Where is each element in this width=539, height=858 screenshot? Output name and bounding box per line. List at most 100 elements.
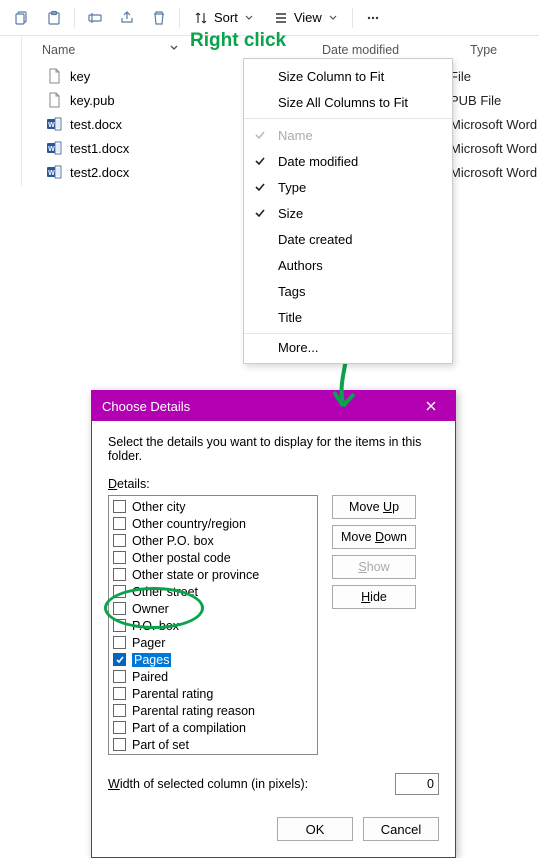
checkbox[interactable]: [113, 551, 126, 564]
details-item-label: Pager: [132, 636, 165, 650]
ok-button[interactable]: OK: [277, 817, 353, 841]
details-item-label: Parental rating: [132, 687, 213, 701]
checkbox[interactable]: [113, 670, 126, 683]
details-item-label: Other street: [132, 585, 198, 599]
details-item-label: Paired: [132, 670, 168, 684]
word-icon: W: [46, 116, 62, 132]
dialog-title: Choose Details: [102, 399, 415, 414]
details-item[interactable]: Other city: [109, 498, 317, 515]
ctx-more[interactable]: More...: [244, 333, 452, 359]
width-input[interactable]: [395, 773, 439, 795]
details-item[interactable]: Other postal code: [109, 549, 317, 566]
sort-label: Sort: [214, 10, 238, 25]
separator: [179, 8, 180, 28]
more-icon[interactable]: [359, 4, 387, 32]
details-item[interactable]: Other P.O. box: [109, 532, 317, 549]
close-button[interactable]: [415, 391, 447, 421]
tree-gutter: [0, 36, 22, 186]
details-item[interactable]: Pages: [109, 651, 317, 668]
checkbox[interactable]: [113, 517, 126, 530]
close-icon: [425, 400, 437, 412]
view-label: View: [294, 10, 322, 25]
check-icon: [254, 129, 266, 141]
ctx-size-column-fit[interactable]: Size Column to Fit: [244, 63, 452, 89]
cancel-button[interactable]: Cancel: [363, 817, 439, 841]
check-icon: [254, 181, 266, 193]
width-label: Width of selected column (in pixels):: [108, 777, 385, 791]
move-down-button[interactable]: Move Down: [332, 525, 416, 549]
rename-icon[interactable]: [81, 4, 109, 32]
details-item[interactable]: Part of set: [109, 736, 317, 753]
checkbox[interactable]: [113, 602, 126, 615]
file-icon: [46, 68, 62, 84]
ctx-col-authors[interactable]: Authors: [244, 252, 452, 278]
details-item[interactable]: Parental rating reason: [109, 702, 317, 719]
details-listbox[interactable]: Other city Other country/regionOther P.O.…: [108, 495, 318, 755]
header-context-menu: Size Column to Fit Size All Columns to F…: [243, 58, 453, 364]
ctx-col-created[interactable]: Date created: [244, 226, 452, 252]
paste-icon[interactable]: [40, 4, 68, 32]
file-type: Microsoft Word: [450, 141, 539, 156]
ctx-col-title[interactable]: Title: [244, 304, 452, 330]
collapse-caret-icon[interactable]: [168, 42, 180, 54]
checkbox[interactable]: [113, 704, 126, 717]
svg-text:W: W: [48, 146, 55, 153]
delete-icon[interactable]: [145, 4, 173, 32]
checkbox[interactable]: [113, 653, 126, 666]
details-item[interactable]: Other street: [109, 583, 317, 600]
view-button[interactable]: View: [266, 4, 346, 32]
ctx-label: Type: [278, 180, 306, 195]
hide-button[interactable]: Hide: [332, 585, 416, 609]
details-item-label: Other city: [132, 500, 186, 514]
details-item[interactable]: Other state or province: [109, 566, 317, 583]
details-item-label: Other country/region: [132, 517, 246, 531]
details-item-label: Pages: [132, 653, 171, 667]
details-item-label: Owner: [132, 602, 169, 616]
ctx-col-name[interactable]: Name: [244, 122, 452, 148]
details-item[interactable]: Pager: [109, 634, 317, 651]
details-item[interactable]: Paired: [109, 668, 317, 685]
ctx-col-type[interactable]: Type: [244, 174, 452, 200]
sort-button[interactable]: Sort: [186, 4, 262, 32]
checkbox[interactable]: [113, 636, 126, 649]
details-item[interactable]: Parental rating: [109, 685, 317, 702]
details-item-label: Other postal code: [132, 551, 231, 565]
chevron-down-icon: [244, 13, 254, 23]
details-item[interactable]: Part of a compilation: [109, 719, 317, 736]
dialog-titlebar: Choose Details: [92, 391, 455, 421]
file-type: PUB File: [450, 93, 539, 108]
ctx-col-size[interactable]: Size: [244, 200, 452, 226]
separator: [244, 118, 452, 119]
checkbox[interactable]: [113, 687, 126, 700]
checkbox[interactable]: [113, 500, 126, 513]
checkbox[interactable]: [113, 738, 126, 751]
details-item[interactable]: Owner: [109, 600, 317, 617]
file-icon: [46, 92, 62, 108]
checkbox[interactable]: [113, 619, 126, 632]
ctx-label: Date modified: [278, 154, 358, 169]
move-up-button[interactable]: Move Up: [332, 495, 416, 519]
view-icon: [274, 11, 288, 25]
checkbox[interactable]: [113, 721, 126, 734]
details-item-label: P.O. box: [132, 619, 179, 633]
details-item[interactable]: Other country/region: [109, 515, 317, 532]
svg-text:W: W: [48, 170, 55, 177]
column-name[interactable]: Name: [22, 43, 302, 57]
ctx-col-date[interactable]: Date modified: [244, 148, 452, 174]
ctx-col-tags[interactable]: Tags: [244, 278, 452, 304]
separator: [352, 8, 353, 28]
ctx-label: Size: [278, 206, 303, 221]
details-item[interactable]: P.O. box: [109, 617, 317, 634]
show-button[interactable]: Show: [332, 555, 416, 579]
separator: [74, 8, 75, 28]
checkbox[interactable]: [113, 585, 126, 598]
share-icon[interactable]: [113, 4, 141, 32]
choose-details-dialog: Choose Details Select the details you wa…: [91, 390, 456, 858]
ctx-size-all-fit[interactable]: Size All Columns to Fit: [244, 89, 452, 115]
checkbox[interactable]: [113, 534, 126, 547]
column-date[interactable]: Date modified: [302, 43, 450, 57]
copy-icon[interactable]: [8, 4, 36, 32]
column-type[interactable]: Type: [450, 43, 539, 57]
file-type: File: [450, 69, 539, 84]
checkbox[interactable]: [113, 568, 126, 581]
